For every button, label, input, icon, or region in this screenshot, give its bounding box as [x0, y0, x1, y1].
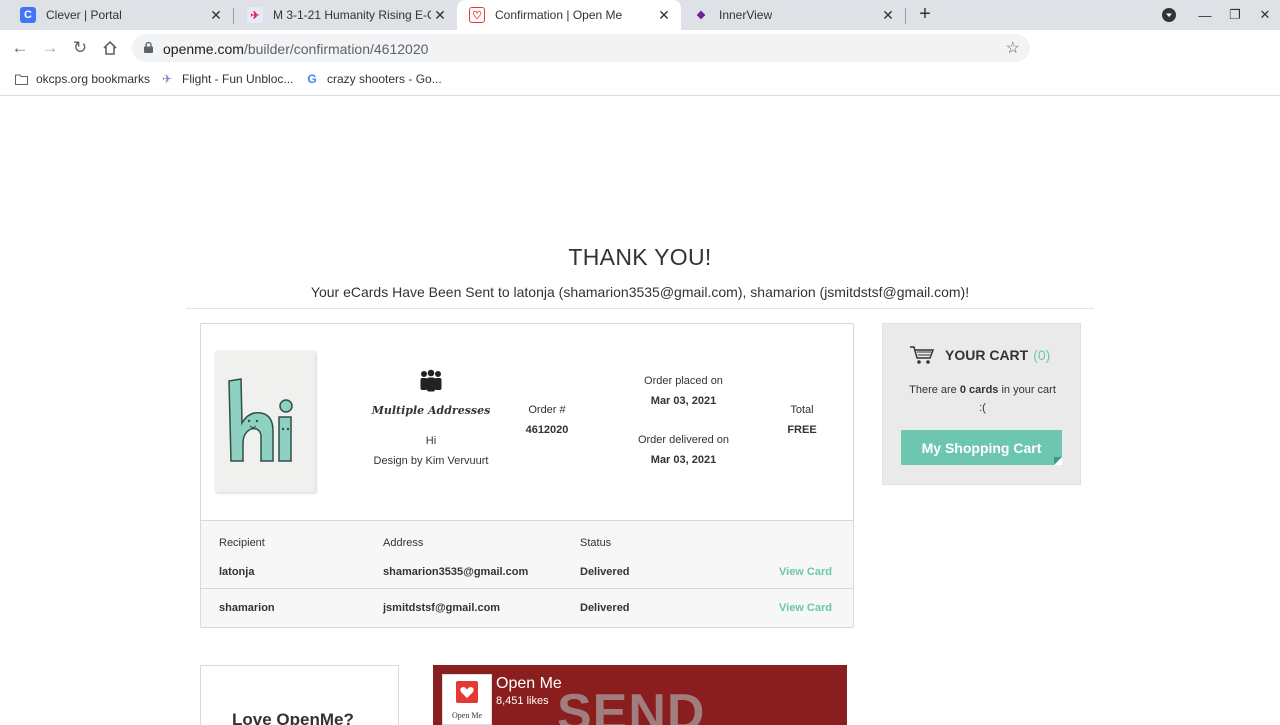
card-thumbnail[interactable]	[215, 351, 315, 492]
view-card-link[interactable]: View Card	[779, 566, 832, 578]
sent-message: Your eCards Have Been Sent to latonja (s…	[310, 284, 970, 300]
love-openme-box: Love OpenMe?	[200, 665, 399, 725]
close-icon[interactable]: ✕	[879, 7, 897, 24]
cart-title: YOUR CART (0)	[909, 345, 1050, 365]
divider	[186, 308, 1094, 309]
recipient-status: Delivered	[580, 566, 630, 578]
cart-icon	[910, 346, 935, 364]
recipient-name: shamarion	[219, 602, 275, 614]
tab-confirmation[interactable]: ♡ Confirmation | Open Me ✕	[457, 0, 681, 30]
flight-icon: ✈	[247, 7, 263, 23]
order-placed: Order placed on Mar 03, 2021	[644, 375, 723, 407]
url-text: openme.com/builder/confirmation/4612020	[163, 41, 429, 57]
openme-icon: ♡	[469, 7, 485, 23]
tab-strip: C Clever | Portal ✕ ✈ M 3-1-21 Humanity …	[0, 0, 1280, 30]
fb-page-name[interactable]: Open Me	[496, 675, 562, 693]
card-designer: Design by Kim Vervuurt	[373, 455, 489, 467]
tab-innerview[interactable]: ❖ InnerView ✕	[681, 0, 905, 30]
tab-clever[interactable]: C Clever | Portal ✕	[8, 0, 233, 30]
cart-status: There are 0 cards in your cart :(	[909, 384, 1056, 414]
page-title: THANK YOU!	[568, 244, 712, 270]
facebook-widget[interactable]: SEND Open Me Open Me 8,451 likes	[433, 665, 847, 725]
tab-search-icon[interactable]	[1154, 0, 1184, 30]
lock-icon	[144, 42, 153, 53]
view-card-link[interactable]: View Card	[779, 602, 832, 614]
back-icon[interactable]: ←	[8, 36, 32, 60]
recipients-table: Recipient Address Status latonja shamari…	[201, 520, 853, 627]
close-icon[interactable]: ✕	[207, 7, 225, 24]
page-content: THANK YOU! Your eCards Have Been Sent to…	[0, 96, 1280, 725]
recipient-status: Delivered	[580, 602, 630, 614]
close-icon[interactable]: ✕	[655, 7, 673, 24]
folder-icon	[14, 72, 28, 86]
header-recipient: Recipient	[219, 537, 265, 549]
order-number: Order # 4612020	[525, 404, 569, 436]
reload-icon[interactable]: ↻	[68, 36, 92, 60]
shopping-cart-button[interactable]: My Shopping Cart	[901, 430, 1062, 465]
recipient-email: shamarion3535@gmail.com	[383, 566, 529, 578]
order-summary: Multiple Addresses Hi Design by Kim Verv…	[200, 323, 854, 628]
bookmark-flight[interactable]: ✈ Flight - Fun Unbloc...	[160, 72, 293, 86]
clever-icon: C	[20, 7, 36, 23]
tab-title: Confirmation | Open Me	[495, 8, 623, 22]
card-name: Hi	[425, 435, 437, 447]
tab-title: M 3-1-21 Humanity Rising E-Card	[273, 8, 431, 22]
toolbar: ← → ↻ openme.com/builder/confirmation/46…	[0, 30, 1280, 85]
address-bar[interactable]: openme.com/builder/confirmation/4612020 …	[132, 34, 1030, 62]
multiple-addresses: Multiple Addresses	[371, 369, 491, 417]
google-icon: G	[307, 72, 317, 86]
minimize-icon[interactable]: —	[1190, 0, 1220, 30]
fb-likes: 8,451 likes	[496, 695, 549, 707]
order-total: Total FREE	[787, 404, 817, 436]
order-delivered: Order delivered on Mar 03, 2021	[637, 434, 730, 466]
forward-icon[interactable]: →	[38, 36, 62, 60]
bookmarks-bar: okcps.org bookmarks ✈ Flight - Fun Unblo…	[0, 65, 1280, 96]
plane-icon: ✈	[161, 72, 173, 86]
header-status: Status	[580, 537, 612, 549]
tab-title: InnerView	[719, 8, 773, 22]
home-icon[interactable]	[98, 36, 122, 60]
bookmark-okcps[interactable]: okcps.org bookmarks	[14, 72, 150, 86]
bookmark-star-icon[interactable]: ☆	[1006, 38, 1020, 58]
close-window-icon[interactable]: ✕	[1250, 0, 1280, 30]
restore-icon[interactable]: ❐	[1220, 0, 1250, 30]
new-tab-button[interactable]: +	[914, 4, 936, 26]
fb-banner-text: SEND	[557, 684, 706, 725]
innerview-icon: ❖	[696, 9, 706, 22]
recipient-email: jsmitdstsf@gmail.com	[383, 602, 501, 614]
header-address: Address	[383, 537, 424, 549]
tab-humanity[interactable]: ✈ M 3-1-21 Humanity Rising E-Card ✕	[235, 0, 457, 30]
recipient-name: latonja	[219, 566, 255, 578]
tab-title: Clever | Portal	[46, 8, 122, 22]
love-title: Love OpenMe?	[232, 710, 354, 725]
people-icon	[420, 369, 442, 392]
bookmark-crazy-shooters[interactable]: G crazy shooters - Go...	[305, 72, 441, 86]
svg-text:Open Me: Open Me	[452, 711, 482, 720]
cart-widget: YOUR CART (0) There are 0 cards in your c…	[882, 323, 1081, 485]
openme-logo[interactable]: Open Me	[442, 674, 492, 725]
table-row: shamarion jsmitdstsf@gmail.com Delivered…	[201, 588, 853, 628]
close-icon[interactable]: ✕	[431, 7, 449, 24]
